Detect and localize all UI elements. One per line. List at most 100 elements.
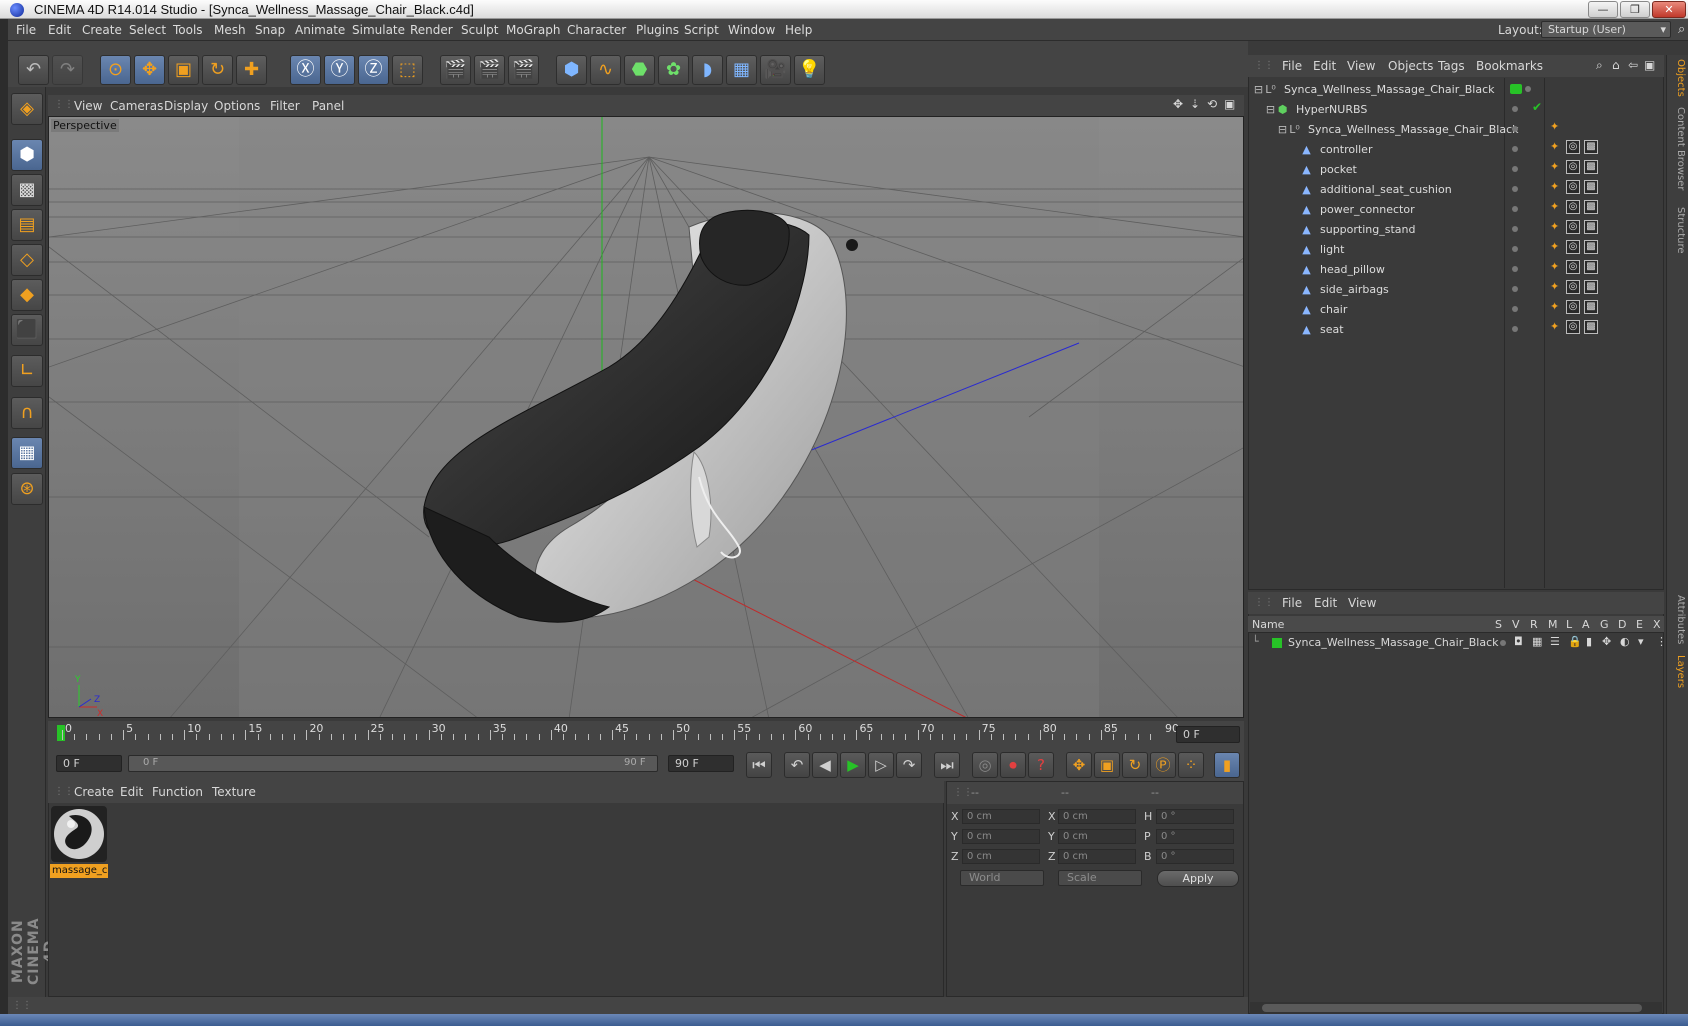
back-icon[interactable]: ⇦	[1628, 58, 1638, 72]
layers-menu-view[interactable]: View	[1348, 596, 1376, 610]
material-swatch[interactable]: massage_c	[50, 806, 108, 880]
column-generators[interactable]: G	[1600, 618, 1609, 631]
viewport-menu-filter[interactable]: Filter	[270, 99, 300, 113]
column-locked[interactable]: L	[1566, 618, 1572, 631]
menu-mograph[interactable]: MoGraph	[506, 23, 561, 37]
snap-magnet-icon[interactable]: ∩	[11, 397, 43, 429]
uvw-tag-icon[interactable]: ◎	[1566, 300, 1580, 314]
panel-grip-icon[interactable]: ⋮⋮	[54, 99, 74, 110]
viewport-menu-options[interactable]: Options	[214, 99, 260, 113]
uvw-tag-icon[interactable]: ◎	[1566, 200, 1580, 214]
uvw-tag-icon[interactable]: ◎	[1566, 260, 1580, 274]
home-icon[interactable]: ⌂	[1612, 58, 1620, 72]
layer-color-swatch[interactable]	[1272, 638, 1282, 648]
undo-icon[interactable]: ↶	[18, 55, 49, 85]
phong-tag-icon[interactable]: ✦	[1550, 260, 1559, 273]
material-menu-edit[interactable]: Edit	[120, 785, 143, 799]
material-menu-texture[interactable]: Texture	[212, 785, 256, 799]
visibility-dot-icon[interactable]	[1512, 186, 1518, 192]
object-row[interactable]: ▲ head_pillow	[1250, 260, 1508, 279]
lock-toggle-icon[interactable]: 🔒	[1568, 635, 1582, 648]
goto-end-icon[interactable]: ⏭	[934, 752, 960, 778]
uvw-tag-icon[interactable]: ◎	[1566, 140, 1580, 154]
menu-create[interactable]: Create	[82, 23, 122, 37]
layer-color-icon[interactable]	[1510, 84, 1522, 94]
column-view[interactable]: V	[1512, 618, 1520, 631]
camera-icon[interactable]: 🎥	[760, 55, 791, 85]
previous-frame-icon[interactable]: ◀	[812, 752, 838, 778]
view-toggle-icon[interactable]: ◘	[1514, 635, 1523, 648]
objects-menu-view[interactable]: View	[1347, 59, 1375, 73]
object-row[interactable]: ⊟ L⁰ Synca_Wellness_Massage_Chair_Black	[1250, 120, 1519, 139]
y-axis-lock-icon[interactable]: Ⓨ	[324, 55, 355, 85]
material-tag-icon[interactable]: ▩	[1584, 200, 1598, 214]
tab-content-browser[interactable]: Content Browser	[1670, 107, 1686, 190]
tab-attributes[interactable]: Attributes	[1670, 595, 1686, 644]
phong-tag-icon[interactable]: ✦	[1550, 140, 1559, 153]
uvw-tag-icon[interactable]: ◎	[1566, 160, 1580, 174]
material-tag-icon[interactable]: ▩	[1584, 180, 1598, 194]
model-mode-icon[interactable]: ⬢	[11, 139, 43, 171]
rotation-h-field[interactable]: 0 °	[1156, 809, 1234, 824]
edges-mode-icon[interactable]: ◆	[11, 279, 43, 311]
size-z-field[interactable]: 0 cm	[1058, 849, 1136, 864]
visibility-dot-icon[interactable]	[1525, 86, 1531, 92]
scale-tool-icon[interactable]: ▣	[168, 55, 199, 85]
phong-tag-icon[interactable]: ✦	[1550, 300, 1559, 313]
phong-tag-icon[interactable]: ✦	[1550, 320, 1559, 333]
uvw-tag-icon[interactable]: ◎	[1566, 320, 1580, 334]
enabled-check-icon[interactable]: ✔	[1532, 100, 1542, 114]
menu-mesh[interactable]: Mesh	[214, 23, 246, 37]
objects-menu-objects[interactable]: Objects	[1388, 59, 1433, 73]
axis-mode-icon[interactable]: ∟	[11, 355, 43, 387]
coordinate-space-select[interactable]: World	[960, 870, 1044, 886]
column-animation[interactable]: A	[1582, 618, 1590, 631]
render-settings-icon[interactable]: 🎬	[508, 55, 539, 85]
keyframe-selection-icon[interactable]: ?	[1028, 752, 1054, 778]
uvw-tag-icon[interactable]: ◎	[1566, 180, 1580, 194]
current-time-marker[interactable]	[57, 725, 65, 741]
visibility-dot-icon[interactable]	[1512, 106, 1518, 112]
panel-grip-icon[interactable]: ⋮⋮	[953, 787, 973, 798]
object-row[interactable]: ▲ seat	[1250, 320, 1508, 339]
search-icon[interactable]: ⌕	[1596, 58, 1603, 73]
uvw-tag-icon[interactable]: ◎	[1566, 240, 1580, 254]
close-button[interactable]: ✕	[1652, 1, 1686, 18]
autokeying-icon[interactable]: ⏺	[1000, 752, 1026, 778]
solo-toggle-icon[interactable]	[1500, 640, 1506, 646]
menu-simulate[interactable]: Simulate	[352, 23, 405, 37]
next-key-icon[interactable]: ↷	[896, 752, 922, 778]
menu-window[interactable]: Window	[728, 23, 775, 37]
record-scale-icon[interactable]: ▣	[1094, 752, 1120, 778]
rotation-b-field[interactable]: 0 °	[1156, 849, 1234, 864]
render-view-icon[interactable]: 🎬	[440, 55, 471, 85]
material-tag-icon[interactable]: ▩	[1584, 280, 1598, 294]
perspective-viewport[interactable]: Y X Z Perspective	[48, 116, 1244, 718]
column-render[interactable]: R	[1530, 618, 1538, 631]
layer-row[interactable]: └ Synca_Wellness_Massage_Chair_Black ◘ ▦…	[1250, 634, 1667, 652]
render-toggle-icon[interactable]: ▦	[1532, 635, 1542, 648]
redo-icon[interactable]: ↷	[52, 55, 83, 85]
cube-primitive-icon[interactable]: ⬢	[556, 55, 587, 85]
objects-menu-tags[interactable]: Tags	[1438, 59, 1465, 73]
apply-button[interactable]: Apply	[1157, 870, 1239, 887]
minimize-button[interactable]: —	[1588, 1, 1618, 18]
record-parameter-icon[interactable]: Ⓟ	[1150, 752, 1176, 778]
object-row[interactable]: ▲ supporting_stand	[1250, 220, 1508, 239]
material-tag-icon[interactable]: ▩	[1584, 140, 1598, 154]
uvw-tag-icon[interactable]: ◎	[1566, 220, 1580, 234]
visibility-dot-icon[interactable]	[1512, 306, 1518, 312]
position-y-field[interactable]: 0 cm	[962, 829, 1040, 844]
record-point-level-icon[interactable]: ⁘	[1178, 752, 1204, 778]
manager-toggle-icon[interactable]: ☰	[1550, 635, 1560, 648]
visibility-dot-icon[interactable]	[1512, 286, 1518, 292]
menu-file[interactable]: File	[16, 23, 36, 37]
timeline-ruler[interactable]: 0 5 10 15 20 25 30 35 40 45 50 55 60 65 70 75 80 85 90	[56, 722, 1179, 748]
visibility-dot-icon[interactable]	[1512, 226, 1518, 232]
menu-animate[interactable]: Animate	[295, 23, 345, 37]
column-xref[interactable]: X	[1653, 618, 1661, 631]
object-row[interactable]: ▲ pocket	[1250, 160, 1508, 179]
make-editable-icon[interactable]: ◈	[11, 93, 43, 125]
end-frame-field[interactable]: 90 F	[668, 755, 734, 772]
expressions-toggle-icon[interactable]: ▾	[1638, 635, 1644, 648]
